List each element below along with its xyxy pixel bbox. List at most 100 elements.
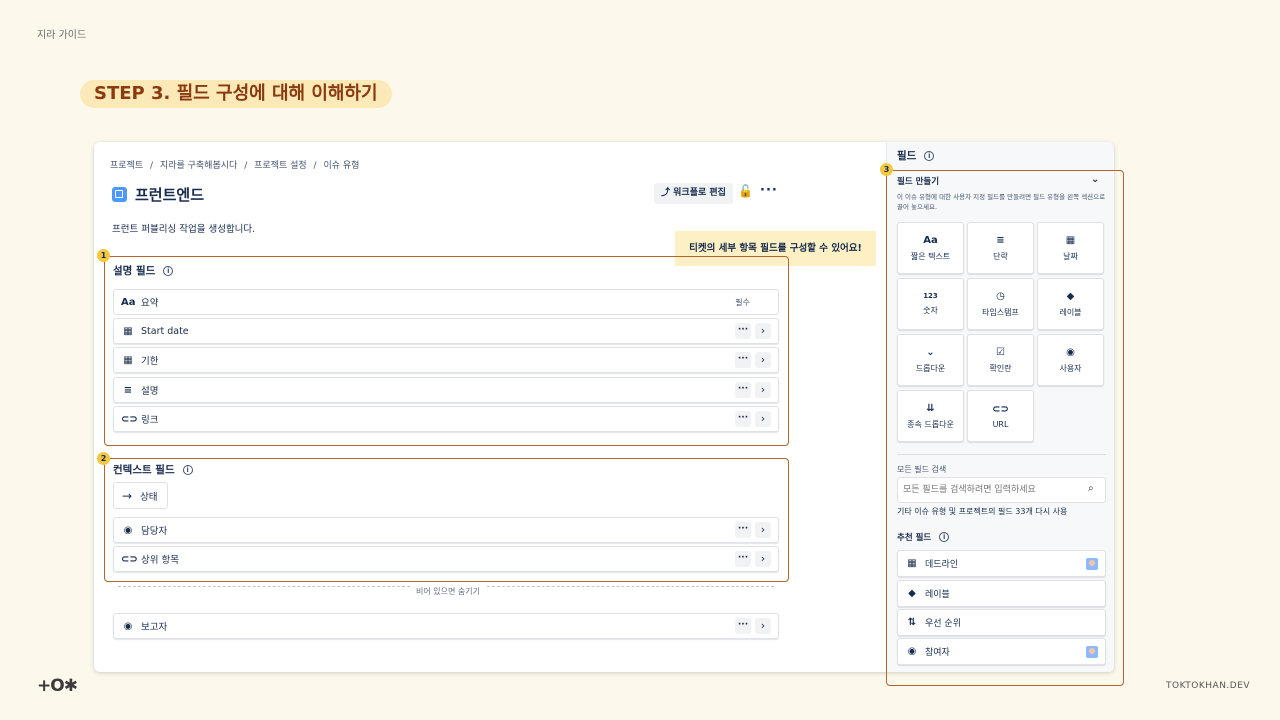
breadcrumb-sep: / xyxy=(313,161,317,171)
tile-short-text[interactable]: Aa 짧은 텍스트 xyxy=(897,222,964,274)
more-icon[interactable]: ··· xyxy=(735,618,751,634)
field-label: 담당자 xyxy=(141,526,168,537)
hide-when-empty-label: 비어 있으면 숨기기 xyxy=(410,586,486,597)
create-field-title: 필드 만들기 xyxy=(897,177,940,187)
field-row-description[interactable]: ≡ 설명 ··· › xyxy=(113,377,779,403)
breadcrumb-settings[interactable]: 프로젝트 설정 xyxy=(254,161,307,171)
page-title-text: 프런트엔드 xyxy=(135,186,205,204)
tile-user[interactable]: ◉ 사용자 xyxy=(1037,334,1104,386)
parent-icon: ⊂⊃ xyxy=(121,553,138,565)
chevron-right-icon[interactable]: › xyxy=(755,382,771,398)
short-text-icon: Aa xyxy=(121,296,136,308)
tile-label: 타임스탬프 xyxy=(982,307,1019,317)
more-icon[interactable]: ··· xyxy=(735,551,751,567)
chevron-right-icon[interactable]: › xyxy=(755,551,771,567)
field-row-summary[interactable]: Aa 요약 필수 xyxy=(113,289,779,315)
recommended-title: 추천 필드 xyxy=(897,533,932,543)
tile-cascading-dropdown[interactable]: ⇊ 종속 드롭다운 xyxy=(897,390,964,442)
tile-number[interactable]: 123 숫자 xyxy=(897,278,964,330)
field-row-due-date[interactable]: ▦ 기한 ··· › xyxy=(113,347,779,373)
info-icon[interactable]: i xyxy=(182,464,193,475)
tag-icon: ◆ xyxy=(908,588,916,599)
avatar xyxy=(1086,557,1098,570)
fields-panel-title: 필드 xyxy=(897,150,917,162)
more-icon[interactable]: ··· xyxy=(735,352,751,368)
chevron-down-icon[interactable]: ⌄ xyxy=(1091,174,1099,185)
field-row-link[interactable]: ⊂⊃ 링크 ··· › xyxy=(113,406,779,432)
breadcrumb-issue-types[interactable]: 이슈 유형 xyxy=(323,161,359,171)
lock-icon[interactable]: 🔓 xyxy=(738,184,753,198)
field-row-start-date[interactable]: ▦ Start date ··· › xyxy=(113,318,779,344)
recommended-deadline[interactable]: ▦ 데드라인 xyxy=(897,550,1106,577)
breadcrumb: 프로젝트 / 지라를 구축해봅시다 / 프로젝트 설정 / 이슈 유형 xyxy=(110,158,363,171)
status-label: 상태 xyxy=(140,491,158,503)
more-icon[interactable]: ··· xyxy=(735,323,751,339)
field-label: Start date xyxy=(141,325,189,337)
field-row-assignee[interactable]: ◉ 담당자 ··· › xyxy=(113,517,779,543)
arrow-right-icon: → xyxy=(122,488,133,503)
breadcrumb-projects[interactable]: 프로젝트 xyxy=(110,161,143,171)
more-icon[interactable]: ··· xyxy=(735,382,751,398)
field-label: 기한 xyxy=(141,356,159,367)
recommended-labels[interactable]: ◆ 레이블 xyxy=(897,580,1106,607)
tile-dropdown[interactable]: ⌄ 드롭다운 xyxy=(897,334,964,386)
link-icon: ⊂⊃ xyxy=(121,413,138,425)
tile-checkbox[interactable]: ☑ 확인란 xyxy=(967,334,1034,386)
issue-type-icon xyxy=(112,187,127,202)
status-field-button[interactable]: → 상태 xyxy=(113,482,168,509)
tile-label: URL xyxy=(992,419,1009,429)
edit-workflow-label: 워크플로 편집 xyxy=(673,188,726,198)
field-row-reporter[interactable]: ◉ 보고자 ··· › xyxy=(113,613,779,639)
breadcrumb-project[interactable]: 지라를 구축해봅시다 xyxy=(160,161,237,171)
chevron-right-icon[interactable]: › xyxy=(755,323,771,339)
chevron-right-icon[interactable]: › xyxy=(755,522,771,538)
tile-timestamp[interactable]: ◷ 타임스탬프 xyxy=(967,278,1034,330)
calendar-icon: ▦ xyxy=(123,354,133,366)
checkbox-icon: ☑ xyxy=(996,346,1005,358)
search-icon[interactable]: ⌕ xyxy=(1088,483,1094,494)
more-icon[interactable]: ··· xyxy=(735,411,751,427)
tile-url[interactable]: ⊂⊃ URL xyxy=(967,390,1034,442)
info-icon[interactable]: i xyxy=(939,532,950,542)
recommended-priority[interactable]: ⇅ 우선 순위 xyxy=(897,609,1106,636)
paragraph-icon: ≡ xyxy=(123,384,133,396)
recommended-participants[interactable]: ◉ 참여자 xyxy=(897,638,1106,665)
info-icon[interactable]: i xyxy=(163,265,174,276)
dropdown-icon: ⌄ xyxy=(926,346,935,358)
brand-text: TOKTOKHAN.DEV xyxy=(1166,681,1251,691)
field-label: 레이블 xyxy=(925,590,950,600)
field-label: 상위 항목 xyxy=(141,555,179,566)
chevron-right-icon[interactable]: › xyxy=(755,352,771,368)
field-row-parent[interactable]: ⊂⊃ 상위 항목 ··· › xyxy=(113,546,779,572)
field-label: 링크 xyxy=(141,415,159,426)
more-icon[interactable]: ··· xyxy=(735,522,751,538)
tile-label: 확인란 xyxy=(989,363,1012,373)
tile-label: 짧은 텍스트 xyxy=(910,251,951,261)
step-badge-3: 3 xyxy=(880,163,893,176)
info-icon[interactable]: i xyxy=(924,150,935,161)
field-search-input[interactable] xyxy=(897,477,1106,503)
reuse-fields-link[interactable]: 기타 이슈 유형 및 프로젝트의 필드 33개 다시 사용 xyxy=(897,506,1067,517)
tile-paragraph[interactable]: ≡ 단락 xyxy=(967,222,1034,274)
context-fields-title: 컨텍스트 필드 xyxy=(113,464,175,476)
cascading-dropdown-icon: ⇊ xyxy=(926,402,935,414)
required-badge: 필수 xyxy=(735,297,750,307)
tile-label: 사용자 xyxy=(1059,363,1082,373)
description-fields-header: 설명 필드 i xyxy=(113,263,174,278)
tile-label: 종속 드롭다운 xyxy=(907,419,954,429)
edit-workflow-button[interactable]: ⤴ 워크플로 편집 xyxy=(654,183,733,204)
tile-label: 숫자 xyxy=(923,306,938,315)
chevron-right-icon[interactable]: › xyxy=(755,618,771,634)
number-icon: 123 xyxy=(923,292,938,300)
tile-label-field[interactable]: ◆ 레이블 xyxy=(1037,278,1104,330)
more-actions-icon[interactable]: ··· xyxy=(760,183,778,198)
user-icon: ◉ xyxy=(123,620,133,632)
context-fields-header: 컨텍스트 필드 i xyxy=(113,462,193,477)
chevron-right-icon[interactable]: › xyxy=(755,411,771,427)
avatar xyxy=(1086,645,1098,658)
calendar-icon: ▦ xyxy=(907,558,917,569)
tile-label: 단락 xyxy=(993,251,1008,261)
tile-date[interactable]: ▦ 날짜 xyxy=(1037,222,1104,274)
sort-icon: ⇅ xyxy=(907,617,917,628)
company-logo: +O✱ xyxy=(37,676,78,696)
